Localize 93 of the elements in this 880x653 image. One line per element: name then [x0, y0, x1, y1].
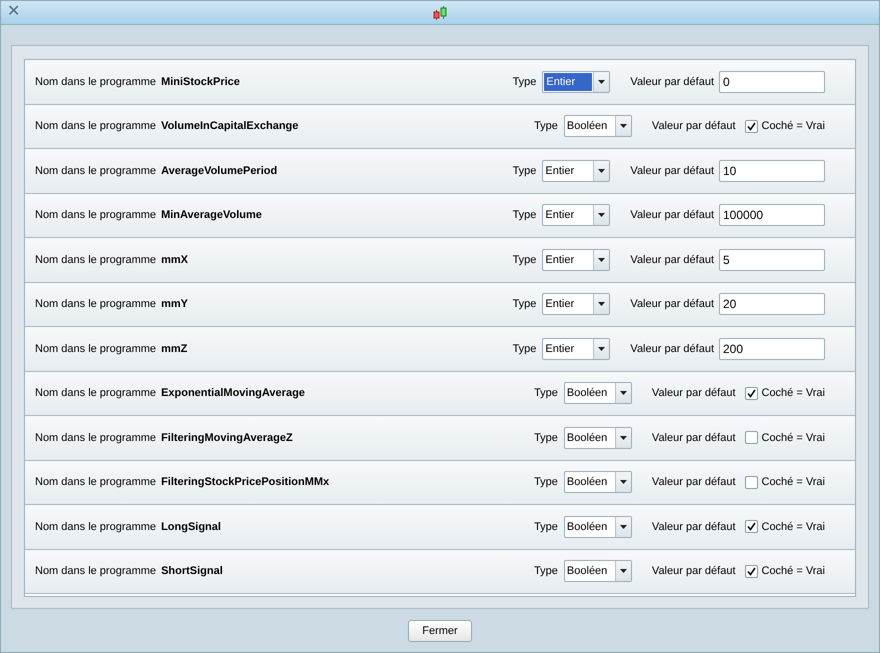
type-label: Type [512, 252, 536, 268]
default-value-label: Valeur par défaut [652, 386, 736, 401]
dropdown-arrow-icon [598, 80, 606, 84]
value-field[interactable]: 100000 [719, 204, 825, 226]
parameter-name: ShortSignal [161, 564, 223, 579]
row-label: Nom dans le programme [35, 252, 156, 268]
default-value-label: Valeur par défaut [630, 342, 714, 356]
parameter-name: AverageVolumePeriod [161, 164, 278, 178]
parameter-name: mmX [161, 252, 188, 268]
type-dropdown[interactable]: Booléen [564, 560, 632, 582]
type-dropdown[interactable]: Entier [542, 293, 610, 316]
default-value-label: Valeur par défaut [652, 119, 736, 134]
dropdown-arrow-icon [598, 346, 606, 351]
dropdown-arrow-icon [598, 302, 606, 306]
close-dialog-button[interactable]: Fermer [408, 620, 472, 642]
default-value-label: Valeur par défaut [652, 520, 736, 534]
checkbox-label: Coché = Vrai [762, 564, 825, 579]
value-field[interactable]: 5 [719, 248, 825, 271]
checkbox-label: Coché = Vrai [762, 520, 825, 534]
parameter-name: ExponentialMovingAverage [161, 386, 305, 401]
type-dropdown[interactable]: Entier [542, 160, 610, 182]
type-label: Type [512, 164, 536, 178]
type-dropdown[interactable]: Entier [542, 248, 610, 271]
dropdown-arrow-icon [620, 391, 627, 396]
row-label: Nom dans le programme [35, 520, 156, 534]
value-field[interactable]: 10 [719, 160, 825, 182]
parameter-name: FilteringStockPricePositionMMx [161, 475, 330, 490]
row-label: Nom dans le programme [35, 475, 156, 490]
type-label: Type [512, 74, 536, 90]
default-value-label: Valeur par défaut [652, 430, 736, 446]
type-label: Type [534, 119, 558, 134]
parameter-name: VolumeInCapitalExchange [161, 119, 298, 134]
value-field[interactable]: 20 [719, 293, 825, 316]
checkbox[interactable] [744, 476, 758, 489]
parameter-name: FilteringMovingAverageZ [161, 430, 293, 446]
dropdown-arrow-icon [598, 213, 606, 218]
type-label: Type [534, 430, 558, 446]
row-label: Nom dans le programme [35, 208, 156, 223]
row-label: Nom dans le programme [35, 386, 156, 401]
default-value-label: Valeur par défaut [630, 208, 714, 223]
parameter-name: LongSignal [161, 520, 221, 534]
dropdown-arrow-icon [598, 258, 606, 262]
dropdown-arrow-icon [620, 480, 627, 484]
type-label: Type [534, 386, 558, 401]
checkbox-label: Coché = Vrai [762, 119, 825, 134]
row-label: Nom dans le programme [35, 164, 156, 178]
type-dropdown[interactable]: Entier [542, 204, 610, 226]
checkbox[interactable] [744, 520, 758, 534]
default-value-label: Valeur par défaut [630, 164, 714, 178]
type-label: Type [512, 342, 536, 356]
dropdown-arrow-icon [620, 436, 627, 440]
checkbox[interactable] [744, 386, 758, 400]
close-button[interactable]: ✕ [7, 3, 20, 21]
type-label: Type [534, 564, 558, 579]
value-field[interactable]: 200 [719, 338, 825, 360]
row-label: Nom dans le programme [35, 297, 156, 312]
type-label: Type [534, 520, 558, 534]
checkbox[interactable] [744, 564, 758, 578]
row-label: Nom dans le programme [35, 74, 156, 90]
checkbox-label: Coché = Vrai [762, 430, 825, 446]
row-label: Nom dans le programme [35, 342, 156, 356]
type-label: Type [512, 208, 536, 223]
dropdown-arrow-icon [620, 524, 627, 529]
type-dropdown[interactable]: Booléen [564, 471, 632, 494]
row-label: Nom dans le programme [35, 119, 156, 134]
type-dropdown[interactable]: Booléen [564, 516, 632, 538]
parameter-name: MinAverageVolume [161, 208, 262, 223]
parameter-name: MiniStockPrice [161, 74, 240, 90]
type-dropdown[interactable]: Entier [542, 338, 610, 360]
default-value-label: Valeur par défaut [652, 564, 736, 579]
default-value-label: Valeur par défaut [630, 297, 714, 312]
checkbox-label: Coché = Vrai [762, 386, 825, 401]
type-dropdown[interactable]: Booléen [564, 115, 632, 138]
dropdown-arrow-icon [598, 168, 606, 173]
parameter-name: mmY [161, 297, 188, 312]
type-dropdown[interactable]: Entier [542, 70, 610, 93]
dropdown-arrow-icon [620, 124, 627, 128]
type-label: Type [512, 297, 536, 312]
value-field[interactable]: 0 [719, 70, 825, 93]
parameter-name: mmZ [161, 342, 188, 356]
default-value-label: Valeur par défaut [630, 252, 714, 268]
type-dropdown[interactable]: Booléen [564, 382, 632, 404]
row-label: Nom dans le programme [35, 564, 156, 579]
checkbox[interactable] [744, 431, 758, 444]
default-value-label: Valeur par défaut [652, 475, 736, 490]
checkbox[interactable] [744, 120, 758, 133]
dropdown-arrow-icon [620, 569, 627, 574]
checkbox-label: Coché = Vrai [762, 475, 825, 490]
default-value-label: Valeur par défaut [630, 74, 714, 90]
type-dropdown[interactable]: Booléen [564, 426, 632, 449]
type-label: Type [534, 475, 558, 490]
candlestick-icon [433, 4, 447, 20]
row-label: Nom dans le programme [35, 430, 156, 446]
